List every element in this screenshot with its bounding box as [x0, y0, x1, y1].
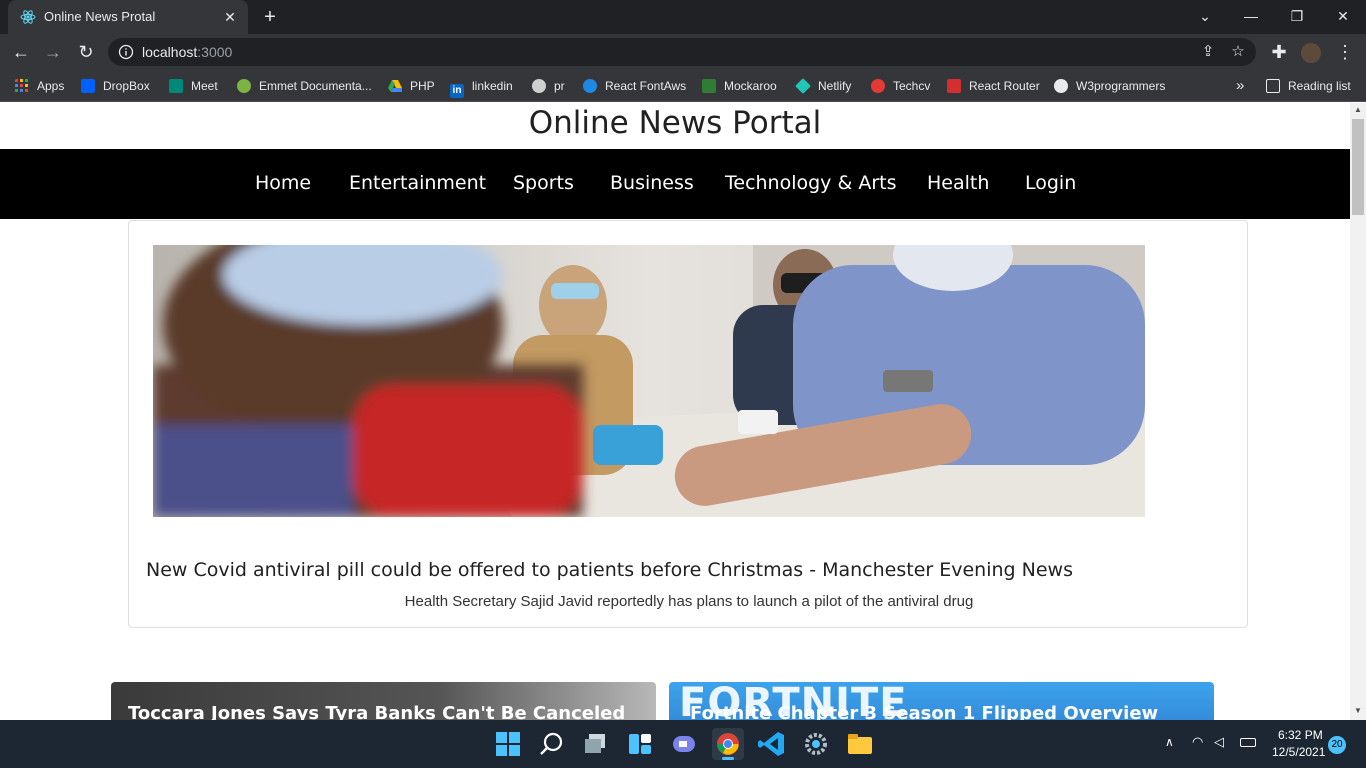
minimize-button[interactable]: — [1228, 0, 1274, 34]
teams-chat-icon[interactable] [668, 728, 700, 760]
bookmark-emmet[interactable]: Emmet Documenta... [237, 76, 372, 96]
chrome-taskbar-button[interactable] [712, 728, 744, 760]
bookmark-react-fontaws[interactable]: React FontAws [583, 76, 686, 96]
bookmarks-bar: Apps DropBox Meet Emmet Documenta... PHP… [0, 70, 1366, 102]
browser-tab-active[interactable]: Online News Protal ✕ [8, 0, 248, 34]
clock-date[interactable]: 12/5/2021 [1272, 745, 1325, 759]
tray-overflow-chevron-icon[interactable]: ∧ [1165, 735, 1174, 749]
clock-time[interactable]: 6:32 PM [1278, 728, 1323, 742]
site-info-icon[interactable] [118, 44, 134, 60]
nav-health[interactable]: Health [927, 172, 989, 194]
settings-gear-icon[interactable] [800, 728, 832, 760]
netlify-icon [795, 78, 811, 94]
task-view-icon[interactable] [580, 728, 612, 760]
tab-title: Online News Protal [44, 9, 156, 24]
battery-icon[interactable] [1240, 738, 1256, 747]
nav-business[interactable]: Business [610, 172, 694, 194]
featured-news-card[interactable]: New Covid antiviral pill could be offere… [128, 220, 1248, 628]
web-page: Online News Portal Home Entertainment Sp… [0, 103, 1350, 720]
site-title: Online News Portal [528, 105, 822, 141]
bookmark-php[interactable]: PHP [388, 76, 435, 96]
close-window-button[interactable]: ✕ [1320, 0, 1366, 34]
restore-button[interactable]: ❐ [1274, 0, 1320, 34]
windows-start-icon[interactable] [492, 728, 524, 760]
news-tile-1-title[interactable]: Toccara Jones Says Tyra Banks Can't Be C… [128, 703, 625, 720]
nav-sports[interactable]: Sports [513, 172, 574, 194]
google-meet-icon [169, 79, 183, 93]
new-tab-button[interactable]: + [258, 6, 282, 28]
windows-taskbar: ∧ ◠ ◁ 6:32 PM 12/5/2021 20 [0, 720, 1366, 768]
mockaroo-icon [702, 79, 716, 93]
google-drive-icon [388, 80, 402, 92]
scroll-down-arrow-icon[interactable]: ▼ [1350, 704, 1366, 718]
scrollbar-thumb[interactable] [1352, 119, 1364, 215]
react-favicon-icon [20, 10, 36, 24]
react-router-icon [947, 79, 961, 93]
featured-summary: Health Secretary Sajid Javid reportedly … [404, 593, 974, 610]
techcv-icon [871, 79, 885, 93]
nav-technology-arts[interactable]: Technology & Arts [725, 172, 896, 194]
featured-headline[interactable]: New Covid antiviral pill could be offere… [146, 559, 1073, 581]
apps-grid-icon [15, 79, 28, 92]
pr-icon [532, 79, 546, 93]
url-text: localhost:3000 [142, 44, 233, 60]
bookmark-w3programmers[interactable]: W3programmers [1054, 76, 1165, 96]
bookmark-react-router[interactable]: React Router [947, 76, 1040, 96]
notification-badge[interactable]: 20 [1328, 736, 1346, 754]
reading-list-icon [1266, 79, 1280, 93]
chrome-icon [717, 733, 739, 755]
bookmarks-overflow-icon[interactable]: » [1236, 76, 1244, 96]
file-explorer-icon[interactable] [844, 728, 876, 760]
bookmark-pr[interactable]: pr [532, 76, 565, 96]
vscode-icon[interactable] [756, 728, 788, 760]
address-bar[interactable]: localhost:3000 ⇪ ☆ [108, 38, 1256, 66]
menu-kebab-icon[interactable]: ⋮ [1332, 39, 1358, 65]
nav-login[interactable]: Login [1025, 172, 1076, 194]
browser-tab-strip: Online News Protal ✕ + ⌄ — ❐ ✕ [0, 0, 1366, 34]
back-icon[interactable]: ← [8, 39, 34, 65]
tab-search-icon[interactable]: ⌄ [1182, 0, 1228, 34]
linkedin-icon: in [450, 84, 464, 98]
browser-toolbar: ← → ↻ localhost:3000 ⇪ ☆ ✚ ⋮ [0, 34, 1366, 70]
reload-icon[interactable]: ↻ [73, 39, 99, 65]
nav-home[interactable]: Home [255, 172, 311, 194]
bookmark-meet[interactable]: Meet [169, 76, 218, 96]
bookmark-mockaroo[interactable]: Mockaroo [702, 76, 777, 96]
news-tile-2-title[interactable]: Fortnite Chapter 3 Season 1 Flipped Over… [690, 703, 1158, 720]
bookmark-netlify[interactable]: Netlify [795, 76, 851, 96]
forward-icon[interactable]: → [40, 39, 66, 65]
featured-news-image[interactable] [153, 245, 1145, 517]
wordpress-icon [1054, 79, 1068, 93]
dropbox-icon [81, 79, 95, 93]
bookmark-star-icon[interactable]: ☆ [1228, 42, 1248, 62]
bookmark-techcv[interactable]: Techcv [871, 76, 930, 96]
news-tile-1[interactable]: Toccara Jones Says Tyra Banks Can't Be C… [111, 682, 656, 720]
tab-close-icon[interactable]: ✕ [220, 7, 240, 27]
bookmark-linkedin[interactable]: in linkedin [450, 76, 513, 98]
news-tile-2[interactable]: FORTNITE Fortnite Chapter 3 Season 1 Fli… [669, 682, 1214, 720]
scroll-up-arrow-icon[interactable]: ▲ [1350, 103, 1366, 117]
profile-avatar[interactable] [1298, 39, 1324, 65]
search-icon[interactable] [536, 728, 568, 760]
emmet-icon [237, 79, 251, 93]
bookmark-apps[interactable]: Apps [15, 76, 64, 96]
volume-icon[interactable]: ◁ [1214, 734, 1224, 750]
wifi-icon[interactable]: ◠ [1192, 734, 1203, 750]
share-icon[interactable]: ⇪ [1198, 42, 1218, 62]
reading-list-button[interactable]: Reading list [1266, 76, 1351, 96]
active-app-indicator [722, 757, 734, 760]
widgets-icon[interactable] [624, 728, 656, 760]
extensions-icon[interactable]: ✚ [1266, 39, 1292, 65]
nav-entertainment[interactable]: Entertainment [349, 172, 486, 194]
main-navigation: Home Entertainment Sports Business Techn… [0, 149, 1350, 219]
page-scrollbar[interactable]: ▲ ▼ [1350, 103, 1366, 720]
bookmark-dropbox[interactable]: DropBox [81, 76, 150, 96]
react-icon [583, 79, 597, 93]
